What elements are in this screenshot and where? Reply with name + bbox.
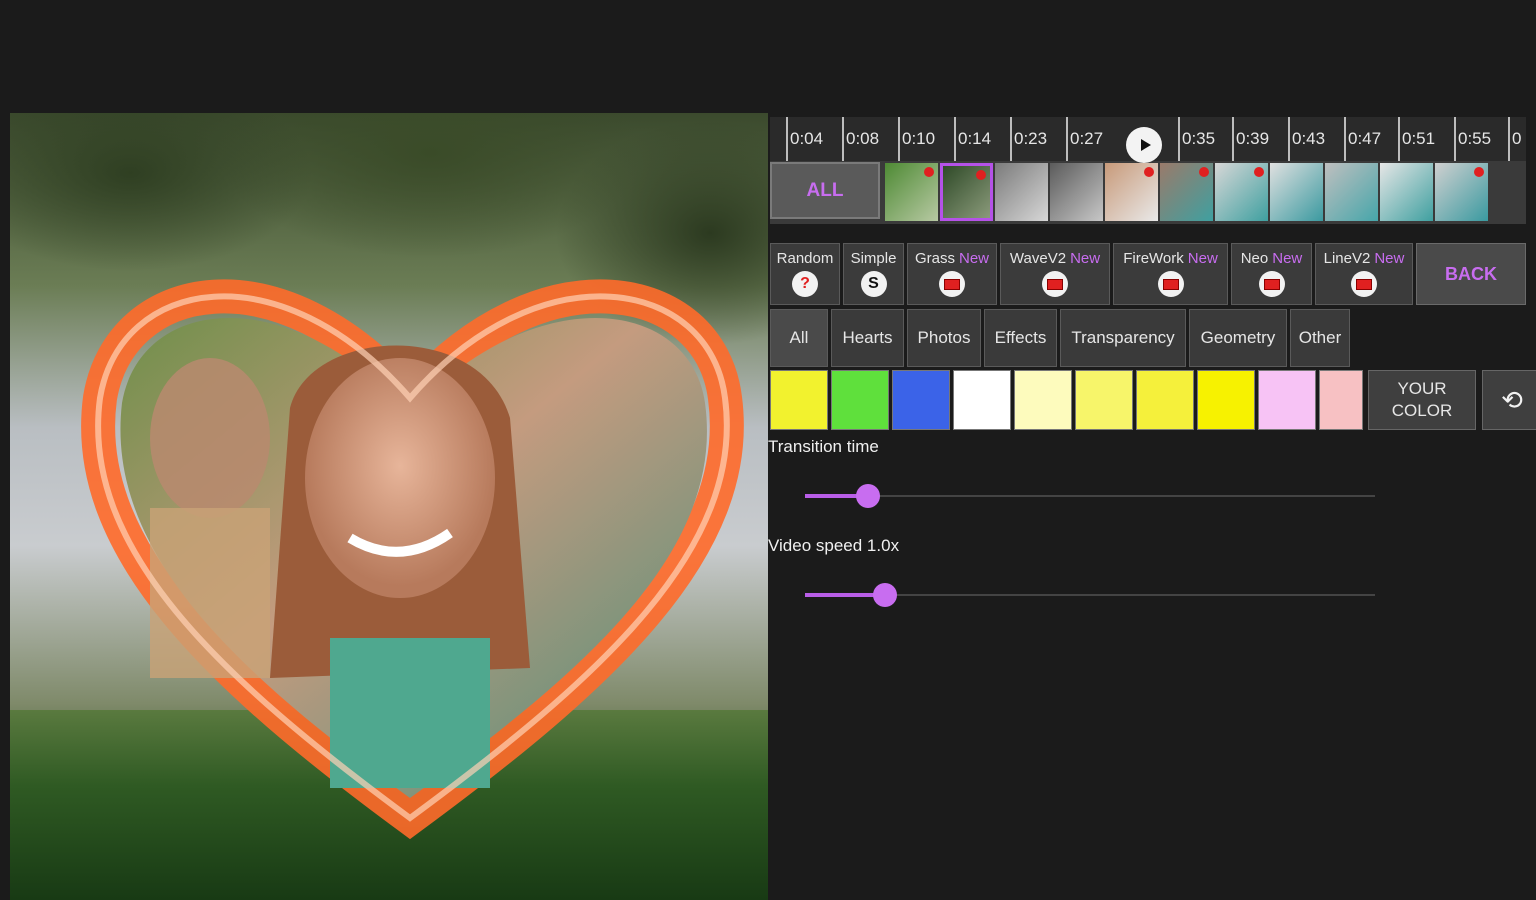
question-icon: ? xyxy=(792,271,818,297)
tick-label: 0:47 xyxy=(1344,117,1381,161)
stop-icon xyxy=(1157,271,1184,297)
stop-icon xyxy=(1351,271,1377,297)
stop-icon xyxy=(1042,271,1068,297)
color-palette: YOUR COLOR ⟲ xyxy=(770,370,1536,430)
clip-thumbnail[interactable] xyxy=(1215,163,1268,221)
color-swatch[interactable] xyxy=(892,370,950,430)
play-icon[interactable] xyxy=(1126,127,1162,163)
stop-icon xyxy=(1258,271,1285,297)
transition-random[interactable]: Random ? xyxy=(770,243,840,305)
category-tabs: All Hearts Photos Effects Transparency G… xyxy=(770,309,1353,367)
tick-label: 0 xyxy=(1508,117,1521,161)
color-swatch[interactable] xyxy=(1075,370,1133,430)
your-color-label: YOUR COLOR xyxy=(1391,379,1453,420)
tab-all[interactable]: All xyxy=(770,309,828,367)
tick-label: 0:51 xyxy=(1398,117,1435,161)
rotate-color-icon[interactable]: ⟲ xyxy=(1482,370,1536,430)
transition-marker-icon xyxy=(1199,167,1209,177)
transition-label: Simple xyxy=(850,250,897,267)
video-speed-label: Video speed 1.0x xyxy=(768,536,900,555)
transition-label: Neo New xyxy=(1240,250,1303,267)
transition-marker-icon xyxy=(1144,167,1154,177)
clip-thumbnail[interactable] xyxy=(1380,163,1433,221)
tick-label: 0:14 xyxy=(954,117,991,161)
your-color-button[interactable]: YOUR COLOR xyxy=(1368,370,1476,430)
transition-label: Grass New xyxy=(914,250,990,267)
timeline[interactable]: 0:04 0:08 0:10 0:14 0:23 0:27 0:35 0:39 … xyxy=(770,117,1526,224)
transition-marker-icon xyxy=(976,170,986,180)
transition-marker-icon xyxy=(1254,167,1264,177)
s-icon: S xyxy=(860,271,887,297)
transition-marker-icon xyxy=(1474,167,1484,177)
color-swatch[interactable] xyxy=(953,370,1011,430)
clip-thumbnail[interactable] xyxy=(1270,163,1323,221)
transition-linev2[interactable]: LineV2 New xyxy=(1315,243,1413,305)
clip-thumbnails[interactable] xyxy=(885,163,1525,221)
transition-time-label: Transition time xyxy=(768,437,879,456)
slider-track xyxy=(805,495,1375,497)
color-swatch[interactable] xyxy=(1136,370,1194,430)
color-swatch[interactable] xyxy=(1258,370,1316,430)
clip-thumbnail[interactable] xyxy=(1050,163,1103,221)
transition-label: WaveV2 New xyxy=(1009,250,1101,267)
transition-marker-icon xyxy=(924,167,934,177)
tab-geometry[interactable]: Geometry xyxy=(1189,309,1287,367)
transition-label: Random xyxy=(776,250,834,267)
clip-thumbnail[interactable] xyxy=(1435,163,1488,221)
clip-thumbnail[interactable] xyxy=(885,163,938,221)
video-speed-slider[interactable] xyxy=(805,583,1375,607)
tick-label: 0:55 xyxy=(1454,117,1491,161)
color-swatch[interactable] xyxy=(1014,370,1072,430)
tick-label: 0:08 xyxy=(842,117,879,161)
stop-icon xyxy=(939,271,965,297)
color-swatch[interactable] xyxy=(831,370,889,430)
color-swatch[interactable] xyxy=(1319,370,1363,430)
slider-knob[interactable] xyxy=(856,484,880,508)
video-preview[interactable] xyxy=(10,113,768,900)
slider-knob[interactable] xyxy=(873,583,897,607)
tick-label: 0:35 xyxy=(1178,117,1215,161)
clip-thumbnail[interactable] xyxy=(1325,163,1378,221)
transition-label: LineV2 New xyxy=(1323,250,1405,267)
transition-wavev2[interactable]: WaveV2 New xyxy=(1000,243,1110,305)
tab-effects[interactable]: Effects xyxy=(984,309,1057,367)
heart-frame xyxy=(60,208,760,848)
tick-label: 0:04 xyxy=(786,117,823,161)
clip-thumbnail[interactable] xyxy=(1105,163,1158,221)
transition-time-slider[interactable] xyxy=(805,484,1375,508)
tab-photos[interactable]: Photos xyxy=(907,309,981,367)
tick-label: 0:43 xyxy=(1288,117,1325,161)
tab-hearts[interactable]: Hearts xyxy=(831,309,904,367)
tab-other[interactable]: Other xyxy=(1290,309,1350,367)
transition-firework[interactable]: FireWork New xyxy=(1113,243,1228,305)
color-swatch[interactable] xyxy=(1197,370,1255,430)
tick-label: 0:10 xyxy=(898,117,935,161)
all-clips-button[interactable]: ALL xyxy=(770,162,880,219)
transition-grass[interactable]: Grass New xyxy=(907,243,997,305)
color-swatch[interactable] xyxy=(770,370,828,430)
tick-label: 0:23 xyxy=(1010,117,1047,161)
clip-thumbnail-selected[interactable] xyxy=(940,163,993,221)
timeline-ruler[interactable]: 0:04 0:08 0:10 0:14 0:23 0:27 0:35 0:39 … xyxy=(770,117,1526,163)
transition-list: Random ? Simple S Grass New WaveV2 New Fir… xyxy=(770,243,1526,305)
back-button[interactable]: BACK xyxy=(1416,243,1526,305)
heart-svg xyxy=(81,279,744,840)
transition-label: FireWork New xyxy=(1123,250,1218,267)
clip-thumbnail[interactable] xyxy=(1160,163,1213,221)
tab-transparency[interactable]: Transparency xyxy=(1060,309,1186,367)
transition-neo[interactable]: Neo New xyxy=(1231,243,1312,305)
tick-label: 0:39 xyxy=(1232,117,1269,161)
tick-label: 0:27 xyxy=(1066,117,1103,161)
transition-simple[interactable]: Simple S xyxy=(843,243,904,305)
clip-thumbnail[interactable] xyxy=(995,163,1048,221)
